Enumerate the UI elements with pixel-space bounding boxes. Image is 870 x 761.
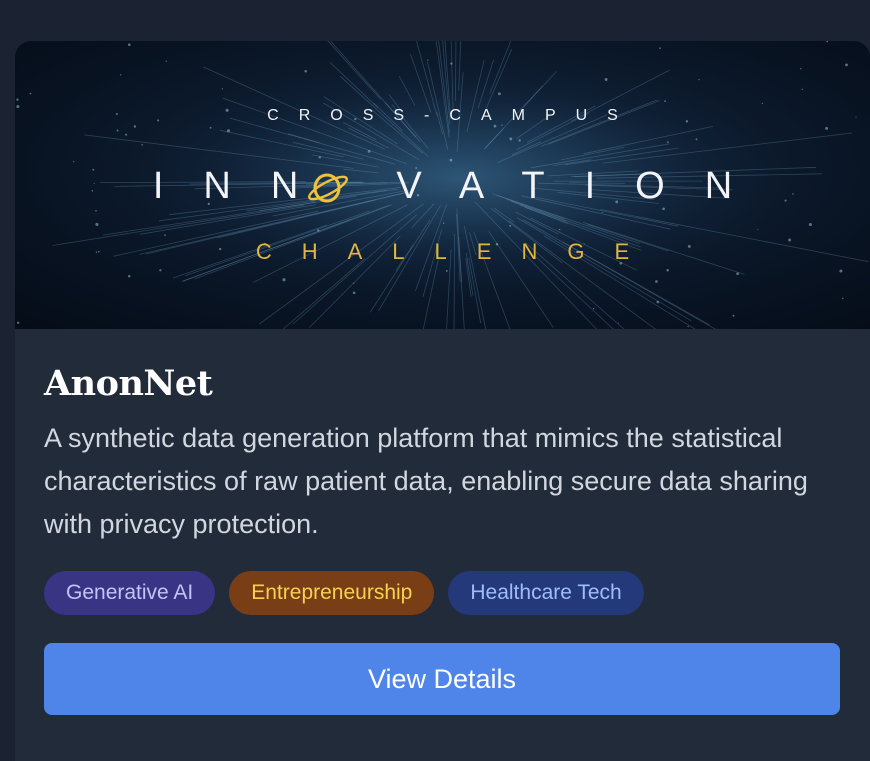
banner-title-right: VATION <box>396 165 773 207</box>
tag-healthcare-tech[interactable]: Healthcare Tech <box>448 571 644 615</box>
project-description: A synthetic data generation platform tha… <box>44 423 808 539</box>
banner-tagline: CHALLENGE <box>255 239 660 264</box>
orbit-o-icon <box>308 173 348 203</box>
tag-generative-ai[interactable]: Generative AI <box>44 571 216 615</box>
project-title: AnonNet <box>44 363 213 404</box>
banner-subtitle: CROSS-CAMPUS <box>267 107 638 124</box>
challenge-banner-image: CROSS-CAMPUS INN VATION CHALLENGE <box>15 41 870 329</box>
project-card: CROSS-CAMPUS INN VATION CHALLENGE AnonNet… <box>15 41 870 761</box>
view-details-button[interactable]: View Details <box>44 643 840 715</box>
banner-title: INN VATION <box>15 165 870 208</box>
card-content: AnonNet A synthetic data generation plat… <box>44 341 841 715</box>
tag-entrepreneurship[interactable]: Entrepreneurship <box>229 571 435 615</box>
tag-list: Generative AI Entrepreneurship Healthcar… <box>44 571 841 615</box>
